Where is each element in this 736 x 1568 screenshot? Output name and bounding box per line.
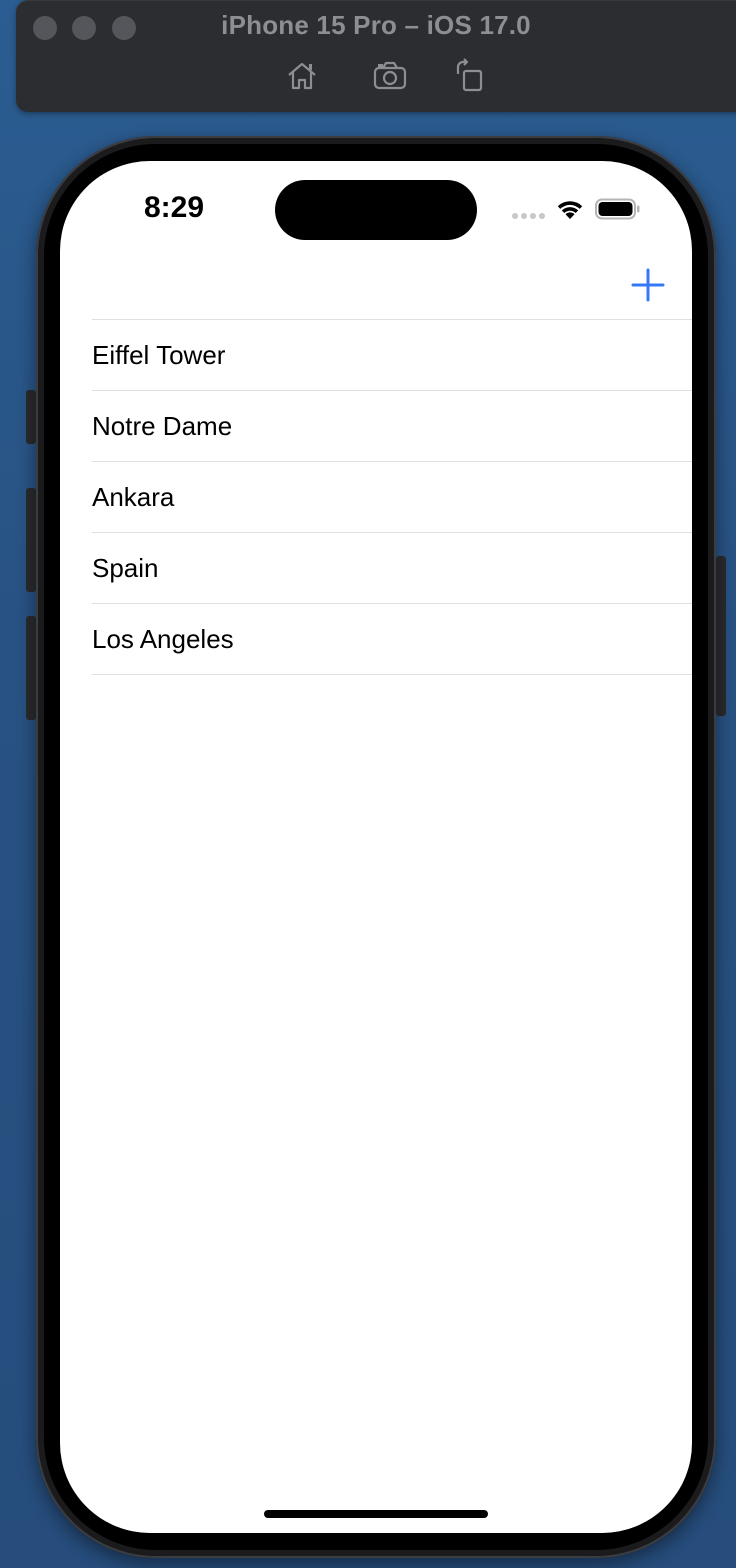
power-button — [716, 556, 726, 716]
action-button — [26, 390, 36, 444]
volume-down-button — [26, 616, 36, 720]
cellular-dots-icon — [512, 213, 545, 219]
list-item[interactable]: Ankara — [92, 461, 692, 532]
places-list: Eiffel Tower Notre Dame Ankara Spain Los… — [92, 319, 692, 675]
dynamic-island — [275, 180, 477, 240]
list-item[interactable]: Eiffel Tower — [92, 319, 692, 390]
volume-up-button — [26, 488, 36, 592]
home-indicator[interactable] — [264, 1510, 488, 1518]
battery-icon — [595, 198, 641, 220]
plus-icon — [631, 268, 665, 302]
status-time: 8:29 — [144, 191, 205, 224]
rotate-icon[interactable] — [452, 58, 488, 94]
simulator-title-bar: iPhone 15 Pro – iOS 17.0 — [16, 0, 736, 112]
list-item[interactable]: Notre Dame — [92, 390, 692, 461]
list-item[interactable]: Spain — [92, 532, 692, 603]
iphone-screen: 8:29 Eiffel Tower Notre Dame Ankara Spai… — [60, 161, 692, 1533]
home-icon[interactable] — [284, 58, 320, 94]
desktop-background: iPhone 15 Pro – iOS 17.0 8:29 Eiffel Tow… — [0, 0, 736, 1568]
wifi-icon — [554, 197, 586, 221]
simulator-title: iPhone 15 Pro – iOS 17.0 — [221, 10, 531, 40]
list-item[interactable]: Los Angeles — [92, 603, 692, 675]
camera-icon[interactable] — [372, 58, 408, 94]
add-button[interactable] — [630, 267, 666, 303]
